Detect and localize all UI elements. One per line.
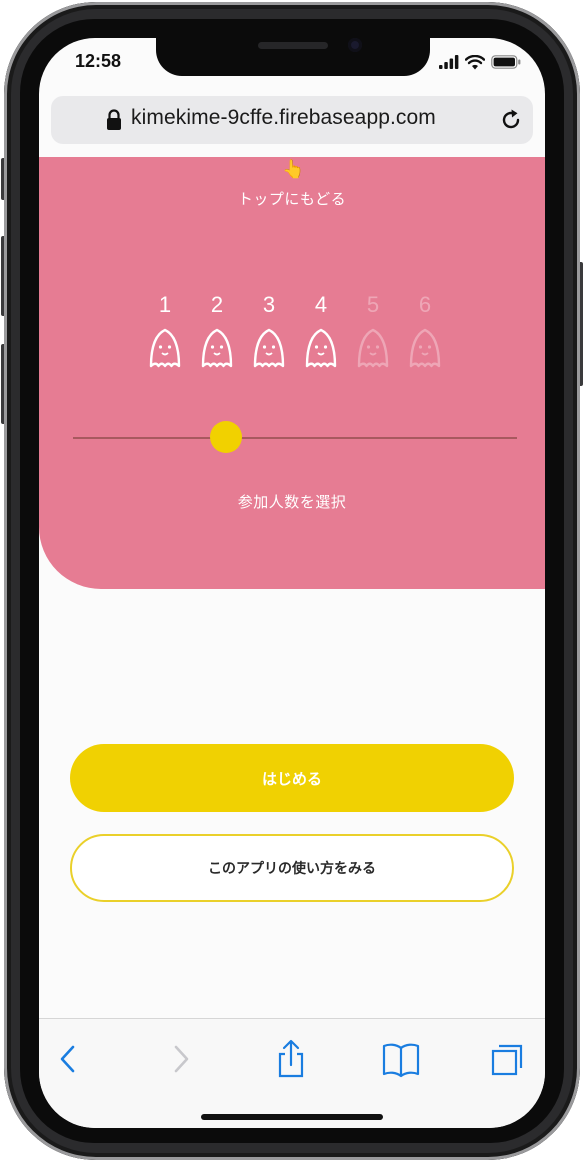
ghost-icon [357,328,389,368]
pointing-hand-icon: 👆 [282,159,305,180]
slider-label: 参加人数を選択 [237,493,347,511]
ghost-icon [253,328,285,368]
participant-4[interactable]: 4 [298,292,348,382]
participant-number: 2 [210,292,224,317]
home-indicator [201,1114,383,1120]
ghost-icon [305,328,337,368]
tabs-icon[interactable] [489,1039,525,1079]
participant-number: 1 [158,292,172,317]
participant-number: 4 [314,292,328,317]
lock-icon [107,109,121,130]
screen: 12:58 kimekime-9cffe.firebaseapp.com 👆 ト… [39,38,545,1128]
speaker-grille [258,42,328,49]
battery-icon [491,55,521,69]
browser-toolbar [39,1018,545,1128]
participant-1[interactable]: 1 [142,292,192,382]
share-icon[interactable] [273,1039,309,1079]
participant-2[interactable]: 2 [194,292,244,382]
hero-panel: 👆 トップにもどる 1 2 3 4 5 6 参加人数を選択 [39,157,545,589]
participant-6[interactable]: 6 [402,292,452,382]
back-to-top-link[interactable]: トップにもどる [39,188,545,209]
ghost-icon [201,328,233,368]
start-button[interactable]: はじめる [70,744,514,812]
participant-number: 6 [418,292,432,317]
how-to-use-button[interactable]: このアプリの使い方をみる [70,834,514,902]
front-camera [348,38,362,52]
participant-3[interactable]: 3 [246,292,296,382]
status-time: 12:58 [75,51,122,71]
back-arrow-icon[interactable] [51,1039,87,1079]
status-icons [439,54,521,70]
reload-icon[interactable] [499,108,523,132]
address-bar[interactable]: kimekime-9cffe.firebaseapp.com [51,96,533,144]
wifi-icon [465,54,485,69]
participant-selector: 1 2 3 4 5 6 [142,292,452,382]
notch [156,38,430,76]
ghost-icon [409,328,441,368]
url-text: kimekime-9cffe.firebaseapp.com [131,106,436,129]
ghost-icon [149,328,181,368]
participant-5[interactable]: 5 [350,292,400,382]
participant-number: 5 [366,292,380,317]
forward-arrow-icon[interactable] [163,1039,199,1079]
participant-slider-thumb[interactable] [210,421,242,453]
participant-slider-track[interactable] [73,437,517,439]
phone-mockup: 12:58 kimekime-9cffe.firebaseapp.com 👆 ト… [0,0,584,1163]
bookmarks-icon[interactable] [381,1039,421,1079]
participant-number: 3 [262,292,276,317]
signal-icon [439,55,459,69]
